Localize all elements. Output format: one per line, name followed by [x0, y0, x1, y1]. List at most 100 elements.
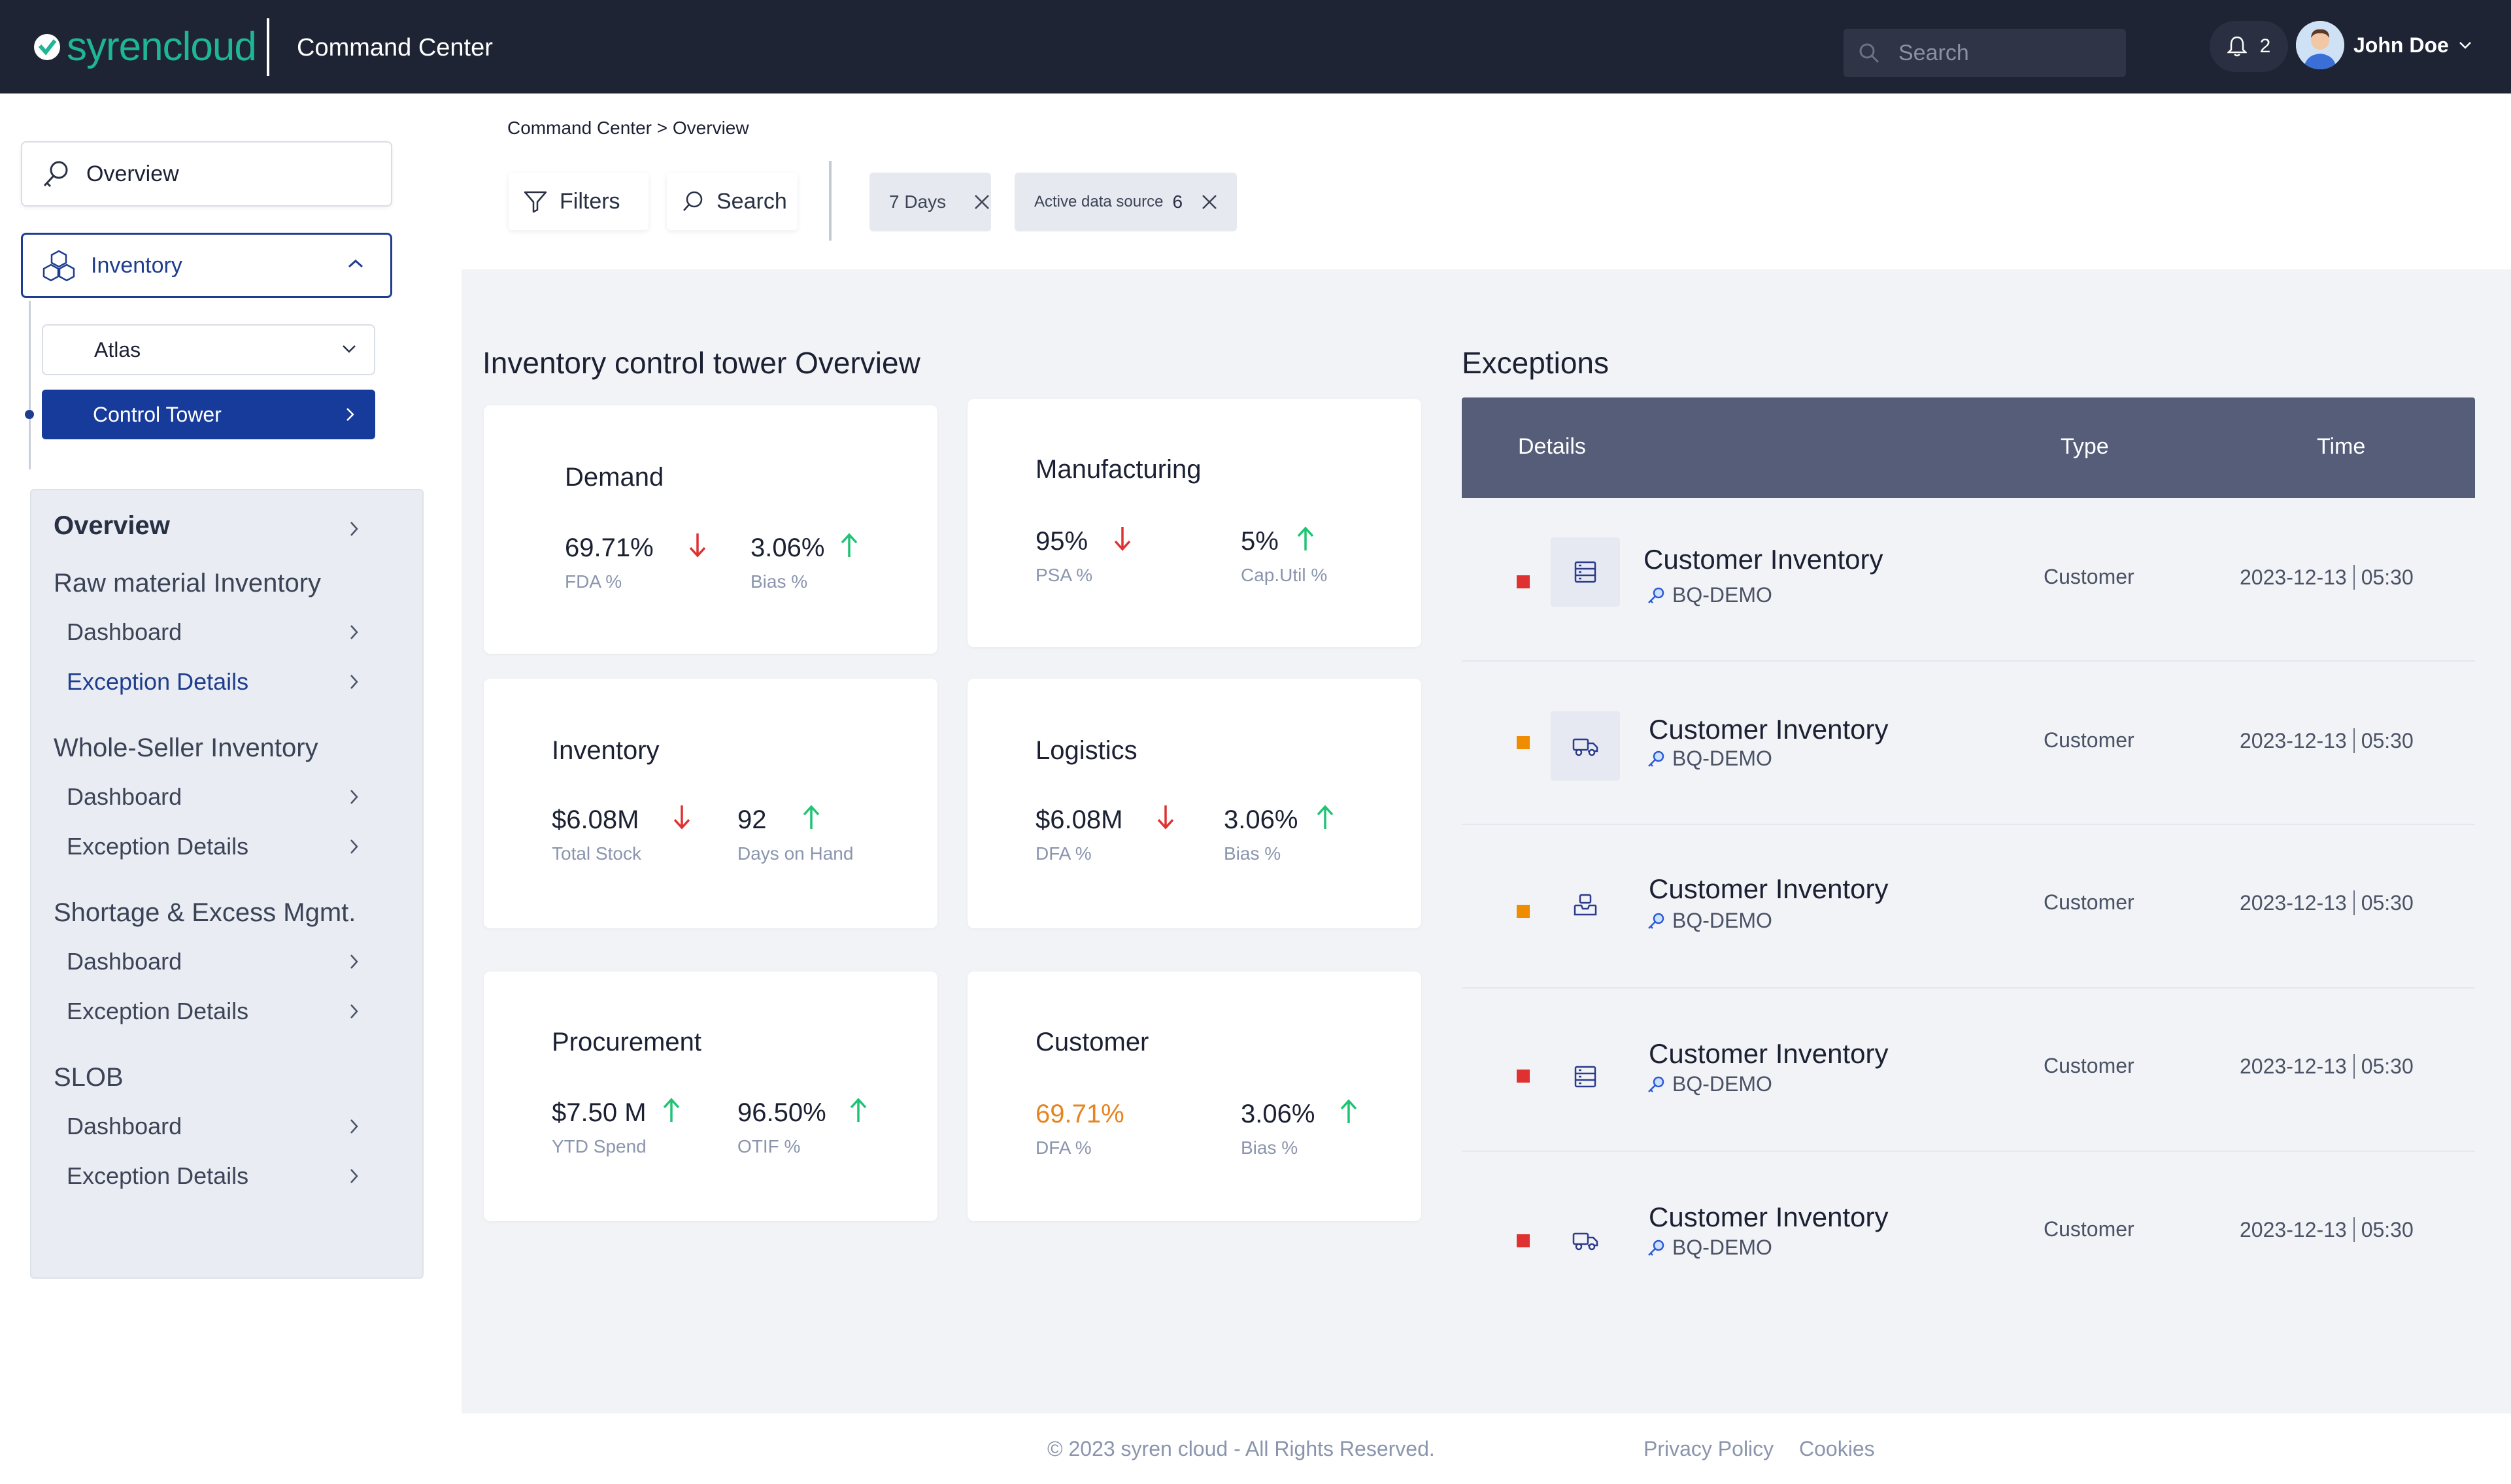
- kpi-metric: $6.08M DFA %: [1036, 805, 1174, 864]
- column-header-time[interactable]: Time: [2317, 434, 2365, 460]
- arrow-down-icon: [672, 803, 692, 832]
- subnav-link-label: Exception Details: [67, 998, 249, 1024]
- subnav-link-dashboard[interactable]: Dashboard: [31, 1113, 422, 1145]
- source-label: BQ-DEMO: [1672, 1236, 1772, 1259]
- subnav-overview-label: Overview: [54, 511, 170, 540]
- table-row[interactable]: Customer Inventory BQ-DEMO Customer 2023…: [1462, 825, 2475, 988]
- card-title: Inventory: [552, 736, 660, 765]
- severity-indicator: [1517, 1234, 1530, 1247]
- metric-label: DFA %: [1036, 843, 1092, 864]
- source-label: BQ-DEMO: [1672, 747, 1772, 770]
- subnav-link-dashboard[interactable]: Dashboard: [31, 783, 422, 816]
- kpi-card-customer[interactable]: Customer 69.71% DFA % 3.06% Bias %: [968, 971, 1421, 1221]
- metric-label: Days on Hand: [737, 843, 854, 864]
- table-row[interactable]: Customer Inventory BQ-DEMO Customer 2023…: [1462, 988, 2475, 1152]
- global-search-input[interactable]: Search: [1844, 29, 2126, 77]
- brand-logo[interactable]: syrencloud: [33, 24, 257, 69]
- logo-text: syrencloud: [67, 24, 257, 69]
- exception-source: BQ-DEMO: [1646, 747, 1772, 771]
- user-menu[interactable]: John Doe: [2296, 21, 2472, 69]
- arrow-up-icon: [1315, 803, 1335, 832]
- exception-date: 2023-12-13: [2240, 728, 2347, 752]
- exception-source: BQ-DEMO: [1646, 1072, 1772, 1096]
- search-button[interactable]: Search: [667, 173, 798, 230]
- key-icon: [1646, 749, 1666, 769]
- metric-label: YTD Spend: [552, 1136, 647, 1156]
- severity-indicator: [1517, 736, 1530, 749]
- source-label: BQ-DEMO: [1672, 909, 1772, 932]
- search-label: Search: [716, 188, 787, 214]
- subnav-link-dashboard[interactable]: Dashboard: [31, 948, 422, 981]
- filter-chip-7-days[interactable]: 7 Days: [869, 173, 991, 231]
- sidebar-item-overview[interactable]: Overview: [21, 141, 392, 207]
- kpi-metric: $7.50 M YTD Spend: [552, 1098, 680, 1156]
- kpi-metric: 95% PSA %: [1036, 527, 1131, 585]
- overview-title: Inventory control tower Overview: [482, 346, 920, 380]
- chevron-right-icon: [349, 520, 360, 537]
- metric-label: Bias %: [1241, 1138, 1298, 1158]
- metric-value: $6.08M: [552, 805, 639, 834]
- arrow-down-icon: [1113, 524, 1132, 553]
- kpi-metric: 69.71% DFA %: [1036, 1100, 1124, 1158]
- breadcrumb[interactable]: Command Center > Overview: [507, 118, 749, 139]
- notification-count: 2: [2259, 35, 2271, 57]
- metric-value: 3.06%: [750, 533, 825, 562]
- exception-name: Customer Inventory: [1649, 714, 1889, 745]
- inbox-icon: [1551, 871, 1620, 940]
- privacy-policy-link[interactable]: Privacy Policy: [1643, 1437, 1774, 1461]
- kpi-metric: 3.06% Bias %: [750, 533, 858, 592]
- exception-clock: 05:30: [2361, 1217, 2414, 1241]
- kpi-card-logistics[interactable]: Logistics $6.08M DFA % 3.06% Bias %: [968, 679, 1421, 928]
- sidebar-item-inventory[interactable]: Inventory: [21, 233, 392, 298]
- subnav-link-label: Dashboard: [67, 618, 182, 645]
- column-header-details[interactable]: Details: [1518, 434, 1586, 460]
- metric-label: Total Stock: [552, 843, 641, 864]
- filters-button[interactable]: Filters: [509, 173, 649, 230]
- key-icon: [1646, 1075, 1666, 1094]
- arrow-up-icon: [1296, 524, 1315, 553]
- close-icon[interactable]: [1201, 194, 1218, 211]
- table-row[interactable]: Customer Inventory BQ-DEMO Customer 2023…: [1462, 662, 2475, 825]
- kpi-card-demand[interactable]: Demand 69.71% FDA % 3.06% Bias %: [484, 405, 937, 654]
- filter-chip-active-data-source[interactable]: Active data source 6: [1015, 173, 1237, 231]
- column-header-type[interactable]: Type: [2061, 434, 2109, 460]
- subnav-link-exception-details[interactable]: Exception Details: [31, 833, 422, 866]
- subnav-overview[interactable]: Overview: [31, 511, 422, 548]
- subnav-link-exception-details[interactable]: Exception Details: [31, 1162, 422, 1195]
- arrow-up-icon: [839, 531, 859, 560]
- cookies-link[interactable]: Cookies: [1799, 1437, 1875, 1461]
- metric-value: 95%: [1036, 527, 1088, 556]
- table-row[interactable]: Customer Inventory BQ-DEMO Customer 2023…: [1462, 1152, 2475, 1315]
- kpi-metric: 3.06% Bias %: [1241, 1099, 1357, 1158]
- severity-indicator: [1517, 1070, 1530, 1083]
- chip-count: 6: [1172, 192, 1183, 212]
- subnav-link-dashboard[interactable]: Dashboard: [31, 618, 422, 651]
- card-title: Demand: [565, 463, 664, 492]
- kpi-card-manufacturing[interactable]: Manufacturing 95% PSA % 5% Cap.Util %: [968, 399, 1421, 647]
- divider: [2353, 890, 2355, 915]
- truck-icon: [1551, 1206, 1620, 1275]
- subnav-link-label: Dashboard: [67, 948, 182, 975]
- sidebar-item-atlas[interactable]: Atlas: [42, 324, 375, 375]
- server-icon: [1551, 537, 1620, 607]
- subnav-link-exception-details[interactable]: Exception Details: [31, 668, 422, 701]
- subnav-group-title: Shortage & Excess Mgmt.: [31, 898, 422, 935]
- subnav-link-exception-details[interactable]: Exception Details: [31, 998, 422, 1030]
- chevron-up-icon: [347, 258, 364, 269]
- metric-value: $6.08M: [1036, 805, 1123, 834]
- exception-date: 2023-12-13: [2240, 565, 2347, 589]
- exception-clock: 05:30: [2361, 1054, 2414, 1078]
- card-title: Procurement: [552, 1028, 701, 1056]
- metric-label: Cap.Util %: [1241, 565, 1328, 585]
- kpi-card-inventory[interactable]: Inventory $6.08M Total Stock 92 Days on …: [484, 679, 937, 928]
- chevron-right-icon: [349, 953, 360, 970]
- chevron-down-icon: [2458, 41, 2472, 50]
- close-icon[interactable]: [973, 194, 990, 211]
- sidebar-item-control-tower[interactable]: Control Tower: [42, 390, 375, 439]
- table-row[interactable]: Customer Inventory BQ-DEMO Customer 2023…: [1462, 498, 2475, 662]
- kpi-card-procurement[interactable]: Procurement $7.50 M YTD Spend 96.50% OTI…: [484, 971, 937, 1221]
- divider: [2353, 1217, 2355, 1242]
- notifications-button[interactable]: 2: [2210, 21, 2288, 72]
- metric-value: $7.50 M: [552, 1098, 647, 1127]
- group-title: Raw material Inventory: [54, 569, 322, 598]
